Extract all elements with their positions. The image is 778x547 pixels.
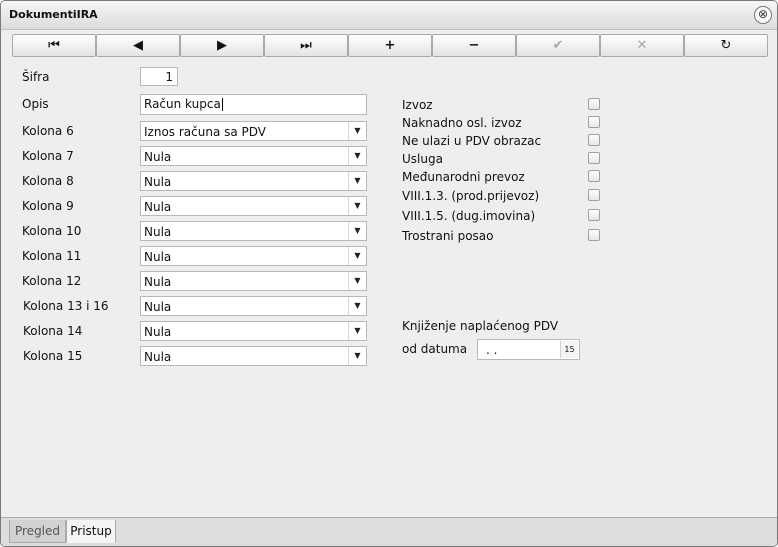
ne-ulazi-pdv-label: Ne ulazi u PDV obrazac [402, 134, 542, 148]
kolona-9-value: Nula [144, 200, 172, 214]
medunarodni-prevoz-checkbox[interactable] [588, 170, 600, 182]
kolona-13-16-label: Kolona 13 i 16 [23, 299, 109, 313]
kolona-12-label: Kolona 12 [22, 274, 82, 288]
previous-record-icon: ◀ [133, 38, 143, 53]
chevron-down-icon[interactable]: ▼ [348, 222, 366, 240]
kolona-13-16-select[interactable]: Nula ▼ [140, 296, 367, 316]
naknadno-izvoz-label: Naknadno osl. izvoz [402, 116, 522, 130]
kolona-6-value: Iznos računa sa PDV [144, 125, 267, 139]
knjizenje-pdv-label: Knjiženje naplaćenog PDV [402, 319, 559, 333]
prod-prijevoz-label: VIII.1.3. (prod.prijevoz) [402, 189, 540, 203]
kolona-6-label: Kolona 6 [22, 124, 74, 138]
kolona-13-16-value: Nula [144, 300, 172, 314]
naknadno-izvoz-checkbox[interactable] [588, 116, 600, 128]
kolona-7-value: Nula [144, 150, 172, 164]
chevron-down-icon[interactable]: ▼ [348, 197, 366, 215]
kolona-8-value: Nula [144, 175, 172, 189]
previous-record-button[interactable]: ◀ [96, 34, 180, 57]
add-button[interactable]: + [348, 34, 432, 57]
chevron-down-icon[interactable]: ▼ [348, 272, 366, 290]
izvoz-label: Izvoz [402, 98, 433, 112]
kolona-10-select[interactable]: Nula ▼ [140, 221, 367, 241]
kolona-8-label: Kolona 8 [22, 174, 74, 188]
kolona-10-label: Kolona 10 [22, 224, 82, 238]
first-record-icon: ⏮ [48, 38, 60, 53]
tab-bar: Pregled Pristup [1, 517, 777, 546]
trostrani-posao-label: Trostrani posao [402, 229, 494, 243]
last-record-button[interactable]: ⏭ [264, 34, 348, 57]
kolona-7-select[interactable]: Nula ▼ [140, 146, 367, 166]
sifra-input[interactable]: 1 [140, 67, 178, 86]
opis-input[interactable]: Račun kupca [140, 94, 367, 115]
chevron-down-icon[interactable]: ▼ [348, 122, 366, 140]
checkmark-icon: ✔ [552, 38, 564, 53]
kolona-9-select[interactable]: Nula ▼ [140, 196, 367, 216]
refresh-icon: ↻ [720, 38, 732, 53]
last-record-icon: ⏭ [300, 38, 312, 53]
next-record-button[interactable]: ▶ [180, 34, 264, 57]
kolona-15-label: Kolona 15 [23, 349, 83, 363]
tab-pristup[interactable]: Pristup [66, 520, 116, 543]
cancel-button[interactable]: ✕ [600, 34, 684, 57]
close-icon[interactable]: ⊗ [754, 6, 772, 24]
chevron-down-icon[interactable]: ▼ [348, 147, 366, 165]
kolona-15-select[interactable]: Nula ▼ [140, 346, 367, 366]
opis-label: Opis [22, 97, 49, 111]
kolona-10-value: Nula [144, 225, 172, 239]
first-record-button[interactable]: ⏮ [12, 34, 96, 57]
next-record-icon: ▶ [217, 38, 227, 53]
kolona-11-value: Nula [144, 250, 172, 264]
kolona-6-select[interactable]: Iznos računa sa PDV ▼ [140, 121, 367, 141]
title-bar: DokumentiIRA ⊗ [1, 1, 777, 30]
chevron-down-icon[interactable]: ▼ [348, 172, 366, 190]
close-icon: ✕ [636, 38, 648, 53]
opis-value: Račun kupca [144, 97, 221, 111]
ne-ulazi-pdv-checkbox[interactable] [588, 134, 600, 146]
usluga-checkbox[interactable] [588, 152, 600, 164]
chevron-down-icon[interactable]: ▼ [348, 247, 366, 265]
kolona-11-label: Kolona 11 [22, 249, 82, 263]
medunarodni-prevoz-label: Međunarodni prevoz [402, 170, 525, 184]
dokumenti-ira-window: DokumentiIRA ⊗ ⏮ ◀ ▶ ⏭ + − ✔ ✕ ↻ Šifra 1… [0, 0, 778, 547]
minus-icon: − [468, 38, 480, 53]
trostrani-posao-checkbox[interactable] [588, 229, 600, 241]
kolona-12-value: Nula [144, 275, 172, 289]
tab-pregled[interactable]: Pregled [9, 520, 66, 543]
kolona-14-value: Nula [144, 325, 172, 339]
od-datuma-value: . . [486, 343, 498, 357]
navigation-toolbar: ⏮ ◀ ▶ ⏭ + − ✔ ✕ ↻ [12, 34, 769, 57]
kolona-8-select[interactable]: Nula ▼ [140, 171, 367, 191]
refresh-button[interactable]: ↻ [684, 34, 768, 57]
text-caret [221, 98, 223, 111]
kolona-12-select[interactable]: Nula ▼ [140, 271, 367, 291]
chevron-down-icon[interactable]: ▼ [348, 347, 366, 365]
kolona-15-value: Nula [144, 350, 172, 364]
plus-icon: + [384, 38, 396, 53]
kolona-14-label: Kolona 14 [23, 324, 83, 338]
prod-prijevoz-checkbox[interactable] [588, 189, 600, 201]
kolona-11-select[interactable]: Nula ▼ [140, 246, 367, 266]
izvoz-checkbox[interactable] [588, 98, 600, 110]
kolona-14-select[interactable]: Nula ▼ [140, 321, 367, 341]
usluga-label: Usluga [402, 152, 443, 166]
od-datuma-label: od datuma [402, 342, 468, 356]
dug-imovina-checkbox[interactable] [588, 209, 600, 221]
sifra-label: Šifra [22, 70, 50, 84]
chevron-down-icon[interactable]: ▼ [348, 297, 366, 315]
remove-button[interactable]: − [432, 34, 516, 57]
dug-imovina-label: VIII.1.5. (dug.imovina) [402, 209, 536, 223]
kolona-7-label: Kolona 7 [22, 149, 74, 163]
chevron-down-icon[interactable]: ▼ [348, 322, 366, 340]
window-title: DokumentiIRA [9, 8, 98, 21]
confirm-button[interactable]: ✔ [516, 34, 600, 57]
od-datuma-input[interactable]: . . 15 [477, 339, 580, 360]
calendar-icon[interactable]: 15 [560, 341, 578, 358]
kolona-9-label: Kolona 9 [22, 199, 74, 213]
